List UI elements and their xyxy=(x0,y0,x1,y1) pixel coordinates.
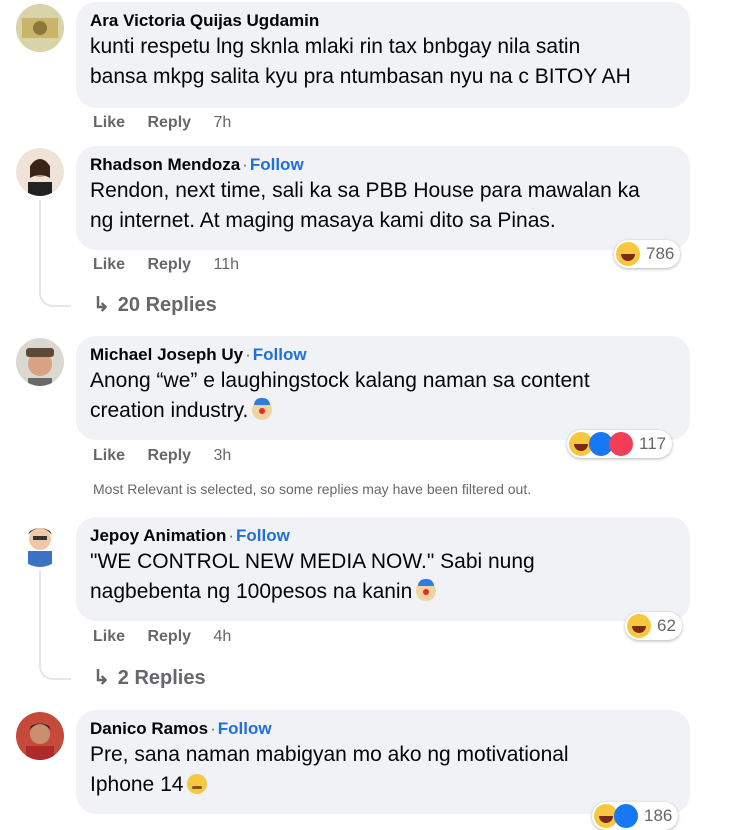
view-replies-button[interactable]: ↳ 20 Replies xyxy=(93,292,217,317)
timestamp[interactable]: 7h xyxy=(214,114,232,131)
comment-text-line: nagbebenta ng 100pesos na kanin xyxy=(90,577,676,607)
comment-bubble: Ara Victoria Quijas Ugdamin kunti respet… xyxy=(76,2,690,108)
reply-button[interactable]: Reply xyxy=(147,256,191,273)
replies-label: 2 Replies xyxy=(117,667,206,689)
comment-text-line: ng internet. At maging masaya kami dito … xyxy=(90,209,556,232)
clown-emoji-icon xyxy=(252,398,273,420)
comment-author[interactable]: Rhadson Mendoza · Follow xyxy=(90,154,676,176)
reaction-count: 786 xyxy=(646,244,675,263)
comment-bubble: Rhadson Mendoza · Follow Rendon, next time… xyxy=(76,146,690,250)
separator: · xyxy=(245,345,251,364)
comment-author[interactable]: Ara Victoria Quijas Ugdamin xyxy=(90,10,676,32)
reaction-count: 186 xyxy=(644,806,673,825)
like-button[interactable]: Like xyxy=(93,447,125,464)
eye-roll-emoji-icon xyxy=(187,774,208,794)
reaction-count: 117 xyxy=(639,434,667,453)
comment-bubble: Michael Joseph Uy · Follow Anong “we” e la… xyxy=(76,336,690,440)
comment-text-line: creation industry. xyxy=(90,396,676,426)
reply-button[interactable]: Reply xyxy=(147,114,191,131)
comment-actions: Like Reply 7h xyxy=(93,114,249,132)
comment-text-line: Anong “we” e laughingstock kalang naman … xyxy=(90,369,590,392)
love-icon xyxy=(609,432,633,456)
avatar[interactable] xyxy=(16,712,64,760)
timestamp[interactable]: 3h xyxy=(214,447,232,464)
filter-notice: Most Relevant is selected, so some repli… xyxy=(93,481,532,497)
comment-text-line: Rendon, next time, sali ka sa PBB House … xyxy=(90,179,640,202)
separator: · xyxy=(242,155,248,174)
reply-arrow-icon: ↳ xyxy=(93,667,110,689)
reply-button[interactable]: Reply xyxy=(147,447,191,464)
comment-text-line: "WE CONTROL NEW MEDIA NOW." Sabi nung xyxy=(90,550,535,573)
timestamp[interactable]: 4h xyxy=(214,628,232,645)
like-button[interactable]: Like xyxy=(93,256,125,273)
clown-emoji-icon xyxy=(416,579,437,601)
reaction-summary[interactable]: 186 xyxy=(592,802,679,830)
like-icon xyxy=(614,804,638,828)
avatar[interactable] xyxy=(16,519,64,567)
comment-author[interactable]: Jepoy Animation · Follow xyxy=(90,525,676,547)
comment-author[interactable]: Michael Joseph Uy · Follow xyxy=(90,344,676,366)
comment-actions: Like Reply 11h xyxy=(93,256,257,274)
comment-text-line: Pre, sana naman mabigyan mo ako ng motiv… xyxy=(90,743,569,766)
follow-button[interactable]: Follow xyxy=(236,526,290,545)
reaction-summary[interactable]: 62 xyxy=(625,612,682,640)
follow-button[interactable]: Follow xyxy=(218,719,272,738)
reaction-summary[interactable]: 786 xyxy=(614,240,681,268)
thread-line xyxy=(39,570,71,680)
follow-button[interactable]: Follow xyxy=(250,155,304,174)
comment-bubble: Jepoy Animation · Follow "WE CONTROL NEW M… xyxy=(76,517,690,621)
comment-actions: Like Reply 4h xyxy=(93,628,249,646)
like-button[interactable]: Like xyxy=(93,114,125,131)
comment-author[interactable]: Danico Ramos · Follow xyxy=(90,718,676,740)
comment-text-line: Iphone 14 xyxy=(90,770,676,800)
comment-text-line: bansa mkpg salita kyu pra ntumbasan nyu … xyxy=(90,65,631,88)
like-button[interactable]: Like xyxy=(93,628,125,645)
avatar[interactable] xyxy=(16,4,64,52)
reply-button[interactable]: Reply xyxy=(147,628,191,645)
reaction-summary[interactable]: 117 xyxy=(567,430,673,458)
follow-button[interactable]: Follow xyxy=(253,345,307,364)
view-replies-button[interactable]: ↳ 2 Replies xyxy=(93,665,206,690)
avatar[interactable] xyxy=(16,148,64,196)
comment-text-line: kunti respetu lng sknla mlaki rin tax bn… xyxy=(90,35,581,58)
comment-bubble: Danico Ramos · Follow Pre, sana naman mabi… xyxy=(76,710,690,814)
replies-label: 20 Replies xyxy=(117,294,217,316)
separator: · xyxy=(210,719,216,738)
haha-icon xyxy=(616,242,640,266)
comment-actions: Like Reply 3h xyxy=(93,447,249,465)
reaction-count: 62 xyxy=(657,616,676,635)
avatar[interactable] xyxy=(16,338,64,386)
thread-line xyxy=(39,200,71,307)
reply-arrow-icon: ↳ xyxy=(93,294,110,316)
separator: · xyxy=(228,526,235,545)
haha-icon xyxy=(627,614,651,638)
timestamp[interactable]: 11h xyxy=(214,256,240,273)
